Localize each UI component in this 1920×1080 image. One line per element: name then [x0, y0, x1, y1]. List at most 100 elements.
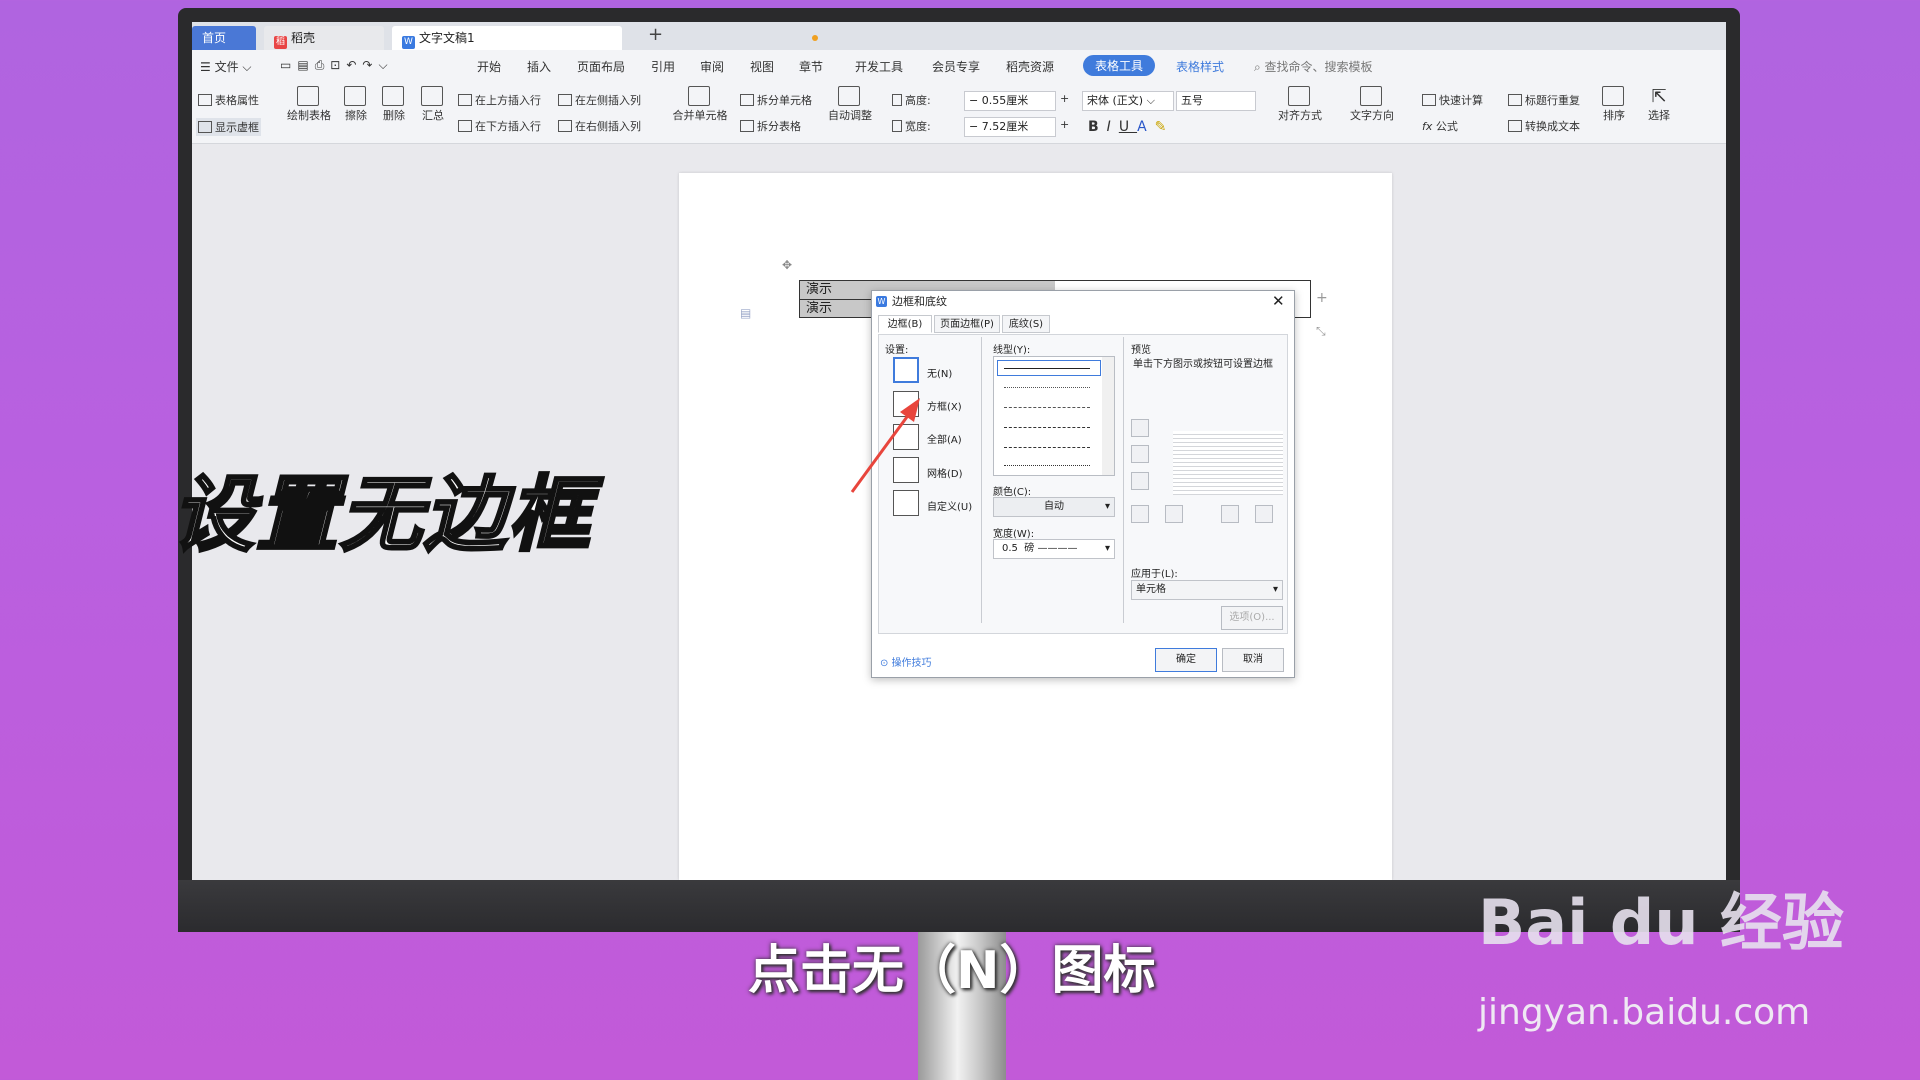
- border-diagonal-up-icon[interactable]: [1131, 505, 1149, 523]
- new-tab-button[interactable]: +: [648, 24, 663, 45]
- options-button[interactable]: 选项(O)...: [1221, 606, 1283, 630]
- summary-icon: [420, 86, 443, 106]
- quick-calc-button[interactable]: 快速计算: [1422, 92, 1483, 108]
- draw-table-button[interactable]: 绘制表格: [284, 86, 334, 123]
- menu-member[interactable]: 会员专享: [932, 58, 980, 75]
- table-move-handle-icon[interactable]: ✥: [782, 258, 792, 272]
- border-top-icon[interactable]: [1131, 419, 1149, 437]
- quick-access-toolbar[interactable]: ▭▤⎙⊡↶↷⌵: [280, 58, 394, 73]
- menu-developer[interactable]: 开发工具: [855, 58, 903, 75]
- bold-icon[interactable]: B: [1088, 119, 1107, 135]
- italic-icon[interactable]: I: [1107, 119, 1119, 135]
- menu-table-styles[interactable]: 表格样式: [1176, 58, 1224, 75]
- menu-daoke-resources[interactable]: 稻壳资源: [1006, 58, 1054, 75]
- daoke-icon: 稻: [274, 36, 287, 49]
- border-middle-icon[interactable]: [1131, 445, 1149, 463]
- erase-button[interactable]: 擦除: [340, 86, 372, 123]
- line-style-scrollbar[interactable]: [1102, 357, 1114, 475]
- settings-label: 设置:: [885, 345, 909, 356]
- color-select[interactable]: 自动 ▾: [993, 497, 1115, 517]
- font-format-buttons[interactable]: BIUA✎: [1088, 119, 1174, 135]
- tab-daoke[interactable]: 稻稻壳: [264, 26, 384, 50]
- ok-button[interactable]: 确定: [1155, 648, 1217, 672]
- preview-sample[interactable]: [1173, 431, 1283, 495]
- font-name-select[interactable]: 宋体 (正文) ⌵: [1082, 91, 1174, 111]
- border-diagonal-down-icon[interactable]: [1255, 505, 1273, 523]
- width-label: 宽度(W):: [993, 529, 1035, 540]
- width-select[interactable]: 0.5 磅 ———— ▾: [993, 539, 1115, 559]
- menu-references[interactable]: 引用: [651, 58, 675, 75]
- delete-label: 删除: [383, 109, 405, 122]
- repeat-header-button[interactable]: 标题行重复: [1508, 92, 1580, 108]
- line-style-long-dash[interactable]: [1004, 427, 1090, 428]
- border-left-icon[interactable]: [1165, 505, 1183, 523]
- command-search[interactable]: ⌕ 查找命令、搜索模板: [1254, 58, 1373, 75]
- tips-link[interactable]: ⊙ 操作技巧: [880, 654, 932, 669]
- row-height-increase-button[interactable]: +: [1060, 92, 1069, 105]
- dialog-title-text: 边框和底纹: [892, 295, 947, 308]
- menu-page-layout[interactable]: 页面布局: [577, 58, 625, 75]
- auto-adjust-button[interactable]: 自动调整: [820, 86, 880, 123]
- underline-icon[interactable]: U: [1119, 119, 1137, 135]
- close-icon[interactable]: ✕: [1272, 292, 1285, 310]
- menu-file-label: 文件: [214, 60, 239, 74]
- menu-start[interactable]: 开始: [477, 58, 501, 75]
- menu-chapter[interactable]: 章节: [799, 58, 823, 75]
- apply-to-label: 应用于(L):: [1131, 569, 1178, 580]
- show-grid-button[interactable]: 显示虚框: [196, 118, 261, 136]
- tab-page-border[interactable]: 页面边框(P): [934, 315, 1000, 333]
- border-right-icon[interactable]: [1221, 505, 1239, 523]
- cancel-button[interactable]: 取消: [1222, 648, 1284, 672]
- text-direction-button[interactable]: 文字方向: [1342, 86, 1402, 123]
- sort-button[interactable]: 排序: [1600, 86, 1628, 123]
- delete-button[interactable]: 删除: [376, 86, 412, 123]
- to-text-button[interactable]: 转换成文本: [1508, 118, 1580, 134]
- line-style-dotted[interactable]: [1004, 387, 1090, 388]
- tab-borders[interactable]: 边框(B): [878, 315, 932, 333]
- line-style-dash-dot-dot[interactable]: [1004, 465, 1090, 466]
- line-style-list[interactable]: [993, 356, 1115, 476]
- align-button[interactable]: 对齐方式: [1270, 86, 1330, 123]
- col-width-stepper[interactable]: − 7.52厘米: [964, 117, 1056, 137]
- select-button[interactable]: ⇱ 选择: [1642, 86, 1676, 123]
- highlight-icon[interactable]: ✎: [1155, 119, 1175, 135]
- menu-view[interactable]: 视图: [750, 58, 774, 75]
- tab-shading[interactable]: 底纹(S): [1002, 315, 1050, 333]
- menu-insert[interactable]: 插入: [527, 58, 551, 75]
- add-column-icon[interactable]: +: [1316, 290, 1328, 306]
- menu-table-tools[interactable]: 表格工具: [1083, 55, 1156, 76]
- split-table-button[interactable]: 拆分表格: [740, 118, 801, 134]
- tab-document[interactable]: W 文字文稿1: [392, 26, 818, 50]
- paragraph-icon[interactable]: ▤: [740, 306, 751, 320]
- merge-cells-label: 合并单元格: [672, 109, 728, 122]
- menu-review[interactable]: 审阅: [700, 58, 724, 75]
- font-size-select[interactable]: 五号: [1176, 91, 1256, 111]
- insert-row-below-button[interactable]: 在下方插入行: [458, 118, 541, 134]
- insert-col-right-button[interactable]: 在右侧插入列: [558, 118, 641, 134]
- line-style-dashed[interactable]: [1004, 407, 1090, 408]
- table-resize-icon[interactable]: ⤡: [1316, 324, 1326, 339]
- row-height-stepper[interactable]: − 0.55厘米: [964, 91, 1056, 111]
- summary-button[interactable]: 汇总: [418, 86, 448, 123]
- col-width-increase-button[interactable]: +: [1060, 118, 1069, 131]
- apply-to-select[interactable]: 单元格 ▾: [1131, 580, 1283, 600]
- split-cells-button[interactable]: 拆分单元格: [740, 92, 812, 108]
- line-style-solid[interactable]: [1004, 368, 1090, 369]
- table-properties-button[interactable]: 表格属性: [198, 92, 259, 108]
- tab-home[interactable]: 首页: [192, 26, 256, 50]
- draw-table-label: 绘制表格: [287, 109, 331, 122]
- font-color-icon[interactable]: A: [1137, 119, 1155, 135]
- insert-row-above-button[interactable]: 在上方插入行: [458, 92, 541, 108]
- writer-icon: W: [876, 296, 887, 307]
- formula-button[interactable]: fx 公式: [1422, 118, 1458, 134]
- setting-none-label[interactable]: 无(N): [927, 365, 952, 380]
- merge-cells-button[interactable]: 合并单元格: [670, 86, 730, 123]
- menu-bar: ☰ 文件 ⌵ ▭▤⎙⊡↶↷⌵ 开始 插入 页面布局 引用 审阅 视图 章节 开发…: [192, 50, 1726, 82]
- dropdown-arrow-icon: ▾: [1104, 543, 1110, 554]
- insert-col-left-button[interactable]: 在左侧插入列: [558, 92, 641, 108]
- menu-file[interactable]: ☰ 文件 ⌵: [200, 58, 252, 75]
- color-label: 颜色(C):: [993, 487, 1032, 498]
- setting-none-icon[interactable]: [893, 357, 919, 383]
- line-style-dash-dot[interactable]: [1004, 447, 1090, 448]
- border-bottom-icon[interactable]: [1131, 472, 1149, 490]
